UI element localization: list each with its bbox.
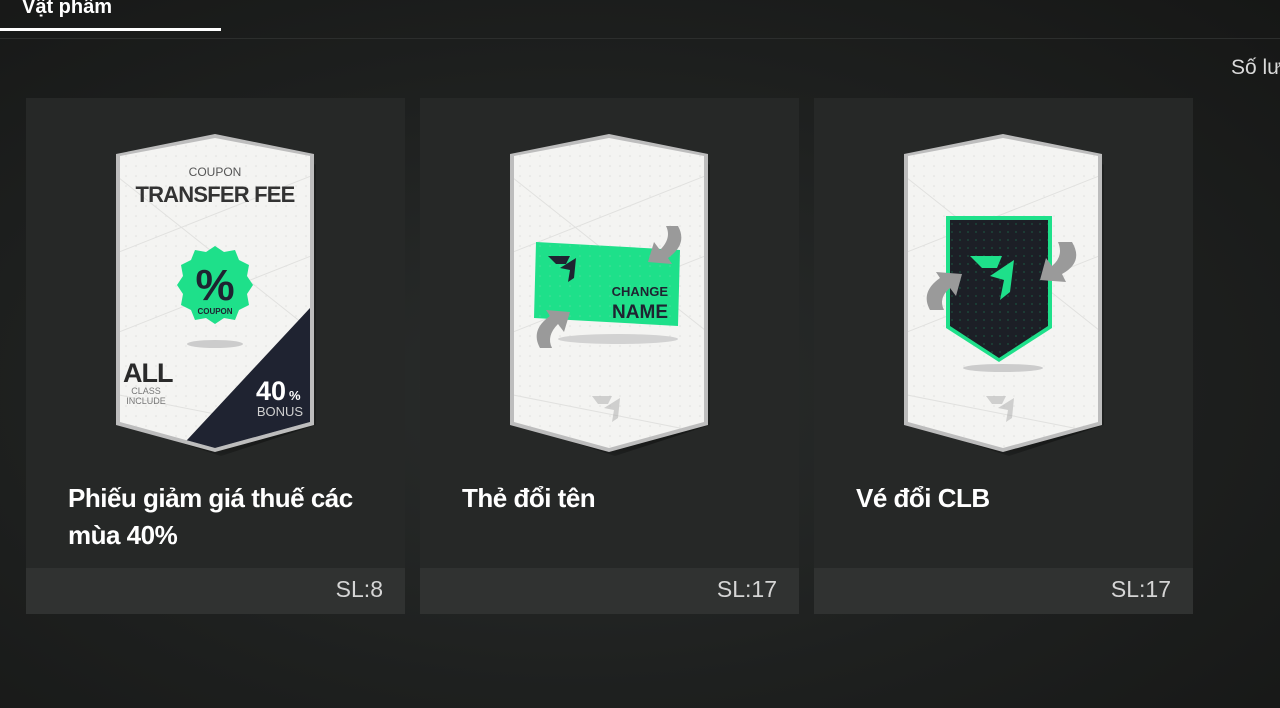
svg-text:COUPON: COUPON bbox=[197, 307, 232, 316]
coupon-big-label: TRANSFER FEE bbox=[135, 182, 294, 207]
svg-text:%: % bbox=[195, 261, 234, 310]
bonus-value: 40 bbox=[256, 376, 286, 406]
transfer-fee-coupon-icon: COUPON TRANSFER FEE % COUPON ALL CLASS I… bbox=[116, 134, 314, 452]
bonus-label: BONUS bbox=[257, 404, 304, 419]
item-card-change-club[interactable]: Vé đổi CLB SL:17 bbox=[814, 98, 1193, 614]
item-footer: SL:17 bbox=[420, 568, 799, 614]
all-label: ALL bbox=[123, 358, 173, 388]
svg-text:%: % bbox=[289, 388, 301, 403]
header-divider bbox=[0, 38, 1280, 39]
svg-text:CLASS: CLASS bbox=[131, 386, 161, 396]
item-footer: SL:8 bbox=[26, 568, 405, 614]
item-title: Vé đổi CLB bbox=[856, 483, 990, 513]
name-label: NAME bbox=[612, 302, 668, 323]
item-footer: SL:17 bbox=[814, 568, 1193, 614]
item-title: Thẻ đổi tên bbox=[462, 483, 596, 513]
item-card-transfer-coupon[interactable]: COUPON TRANSFER FEE % COUPON ALL CLASS I… bbox=[26, 98, 405, 614]
change-name-card-icon: CHANGE NAME bbox=[510, 134, 708, 452]
item-quantity: SL:17 bbox=[1110, 576, 1171, 602]
item-card-change-name[interactable]: CHANGE NAME Thẻ đổi tên SL:17 bbox=[420, 98, 799, 614]
item-quantity: SL:8 bbox=[335, 576, 383, 602]
tab-active-underline bbox=[0, 28, 221, 31]
tab-items[interactable]: Vật phẩm bbox=[0, 0, 221, 32]
item-title: Phiếu giảm giá thuế các mùa 40% bbox=[68, 483, 353, 550]
change-label: CHANGE bbox=[612, 284, 669, 299]
sort-by-quantity[interactable]: Số lượ bbox=[1231, 56, 1280, 80]
item-quantity: SL:17 bbox=[716, 576, 777, 602]
tab-items-label: Vật phẩm bbox=[22, 0, 113, 18]
svg-text:INCLUDE: INCLUDE bbox=[126, 396, 166, 406]
change-club-ticket-icon bbox=[904, 134, 1102, 452]
coupon-small-label: COUPON bbox=[189, 165, 242, 179]
